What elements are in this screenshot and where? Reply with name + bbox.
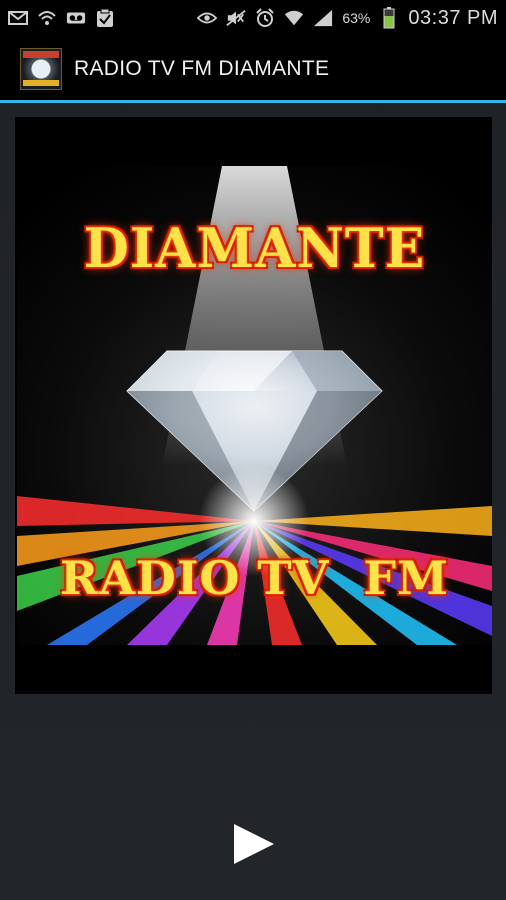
station-logo-icon[interactable]	[20, 48, 62, 90]
wifi-signal-icon	[284, 8, 304, 28]
no-sound-icon	[226, 8, 247, 28]
play-button[interactable]	[232, 822, 276, 866]
clipboard-check-icon	[95, 8, 115, 28]
app-bar-divider	[0, 100, 506, 103]
system-icons: 63% 03:37 PM	[197, 7, 498, 30]
alarm-icon	[255, 8, 275, 28]
cover-subtitle: RADIO TV FM	[60, 551, 449, 605]
logo-bottom-band	[23, 80, 59, 86]
cell-signal-icon	[313, 8, 333, 28]
app-bar: RADIO TV FM DIAMANTE	[0, 36, 506, 102]
status-bar: 63% 03:37 PM	[0, 0, 506, 36]
logo-top-band	[23, 51, 59, 58]
battery-percent: 63%	[342, 10, 371, 26]
cover-title: DIAMANTE	[83, 216, 426, 281]
notification-icons	[8, 8, 115, 28]
app-title: RADIO TV FM DIAMANTE	[74, 57, 330, 80]
eye-icon	[197, 8, 218, 28]
mail-icon	[8, 8, 28, 28]
wifi-icon	[37, 8, 57, 28]
cover-art: DIAMANTE RADIO TV FM	[17, 166, 492, 645]
play-icon	[234, 824, 274, 864]
battery-icon	[379, 7, 399, 29]
voicemail-icon	[66, 8, 86, 28]
clock-time: 03:37 PM	[408, 6, 498, 29]
